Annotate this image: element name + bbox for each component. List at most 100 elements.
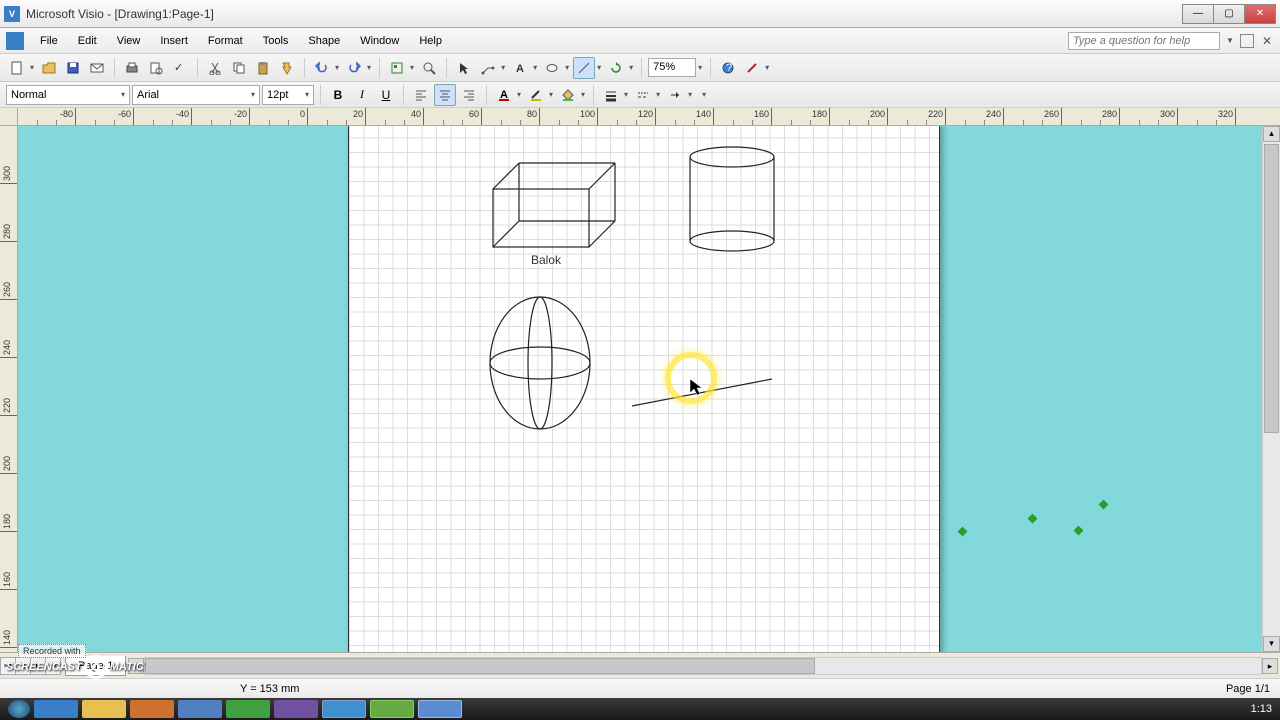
selection-handle-start[interactable] — [958, 527, 968, 537]
help-button[interactable]: ? — [717, 57, 739, 79]
cut-button[interactable] — [204, 57, 226, 79]
redo-button[interactable] — [343, 57, 365, 79]
line-color-dropdown[interactable]: ▾ — [547, 90, 555, 99]
toolbar-options[interactable]: ▾ — [763, 63, 771, 72]
rotate-button[interactable] — [605, 57, 627, 79]
paste-button[interactable] — [252, 57, 274, 79]
scroll-up-button[interactable]: ▴ — [1263, 126, 1280, 142]
text-dropdown[interactable]: ▾ — [531, 63, 539, 72]
menu-file[interactable]: File — [30, 31, 68, 51]
scroll-right-button[interactable]: ▸ — [1262, 658, 1278, 674]
line-tool-button[interactable] — [573, 57, 595, 79]
align-center-button[interactable] — [434, 84, 456, 106]
scroll-down-button[interactable]: ▾ — [1263, 636, 1280, 652]
font-color-button[interactable]: A — [493, 84, 515, 106]
line-ends-dropdown[interactable]: ▾ — [686, 90, 694, 99]
menu-view[interactable]: View — [107, 31, 151, 51]
formatting-options[interactable]: ▾ — [700, 90, 708, 99]
line-color-button[interactable] — [525, 84, 547, 106]
shapes-window-button[interactable] — [386, 57, 408, 79]
print-preview-button[interactable] — [145, 57, 167, 79]
taskbar-item[interactable] — [34, 700, 78, 718]
spelling-button[interactable]: ✓ — [169, 57, 191, 79]
shape-box[interactable] — [489, 159, 619, 255]
pointer-tool-button[interactable] — [453, 57, 475, 79]
new-dropdown[interactable]: ▾ — [28, 63, 36, 72]
redo-dropdown[interactable]: ▾ — [365, 63, 373, 72]
taskbar-item[interactable] — [226, 700, 270, 718]
ink-button[interactable] — [741, 57, 763, 79]
taskbar-item[interactable] — [274, 700, 318, 718]
drawing-page[interactable]: Balok — [348, 126, 940, 652]
italic-button[interactable]: I — [351, 84, 373, 106]
align-left-button[interactable] — [410, 84, 432, 106]
help-search-input[interactable] — [1068, 32, 1220, 50]
research-button[interactable] — [418, 57, 440, 79]
minimize-button[interactable]: — — [1182, 4, 1214, 24]
taskbar-item[interactable] — [82, 700, 126, 718]
restore-child-button[interactable] — [1240, 34, 1254, 48]
menu-tools[interactable]: Tools — [253, 31, 299, 51]
menu-edit[interactable]: Edit — [68, 31, 107, 51]
print-button[interactable] — [121, 57, 143, 79]
format-painter-button[interactable] — [276, 57, 298, 79]
scroll-thumb[interactable] — [1264, 144, 1279, 433]
ellipse-tool-button[interactable] — [541, 57, 563, 79]
help-search-dropdown[interactable]: ▼ — [1224, 36, 1236, 45]
canvas-area[interactable]: Balok — [18, 126, 1280, 652]
taskbar[interactable]: 1:13 — [0, 698, 1280, 720]
selection-handle-rot[interactable] — [1074, 526, 1084, 536]
menu-help[interactable]: Help — [409, 31, 452, 51]
menu-insert[interactable]: Insert — [150, 31, 198, 51]
vertical-ruler[interactable]: 300280260240220200180160140120 — [0, 126, 18, 652]
close-child-button[interactable]: ✕ — [1258, 34, 1276, 48]
taskbar-item[interactable] — [178, 700, 222, 718]
line-weight-button[interactable] — [600, 84, 622, 106]
selection-handle-mid[interactable] — [1028, 514, 1038, 524]
font-size-select[interactable]: 12pt▾ — [262, 85, 314, 105]
line-weight-dropdown[interactable]: ▾ — [622, 90, 630, 99]
style-select[interactable]: Normal▾ — [6, 85, 130, 105]
undo-dropdown[interactable]: ▾ — [333, 63, 341, 72]
bold-button[interactable]: B — [327, 84, 349, 106]
connector-tool-button[interactable] — [477, 57, 499, 79]
horizontal-ruler[interactable]: -80-60-40-200204060801001201401601802002… — [18, 108, 1280, 126]
taskbar-item-active[interactable] — [418, 700, 462, 718]
line-ends-button[interactable] — [664, 84, 686, 106]
underline-button[interactable]: U — [375, 84, 397, 106]
copy-button[interactable] — [228, 57, 250, 79]
taskbar-item[interactable] — [370, 700, 414, 718]
text-tool-button[interactable]: A — [509, 57, 531, 79]
horizontal-scrollbar[interactable]: ◂ ▸ — [144, 657, 1262, 675]
undo-button[interactable] — [311, 57, 333, 79]
save-button[interactable] — [62, 57, 84, 79]
shape-cylinder[interactable] — [687, 145, 777, 255]
fill-color-dropdown[interactable]: ▾ — [579, 90, 587, 99]
app-menu-icon[interactable] — [6, 32, 24, 50]
close-button[interactable]: ✕ — [1244, 4, 1276, 24]
align-right-button[interactable] — [458, 84, 480, 106]
taskbar-item[interactable] — [130, 700, 174, 718]
scroll-thumb[interactable] — [145, 658, 814, 674]
font-select[interactable]: Arial▾ — [132, 85, 260, 105]
open-button[interactable] — [38, 57, 60, 79]
selection-handle-end[interactable] — [1099, 500, 1109, 510]
fill-color-button[interactable] — [557, 84, 579, 106]
menu-shape[interactable]: Shape — [298, 31, 350, 51]
rotate-dropdown[interactable]: ▾ — [627, 63, 635, 72]
menu-format[interactable]: Format — [198, 31, 253, 51]
new-button[interactable] — [6, 57, 28, 79]
taskbar-clock[interactable]: 1:13 — [1251, 703, 1272, 715]
line-dropdown[interactable]: ▾ — [595, 63, 603, 72]
line-pattern-button[interactable] — [632, 84, 654, 106]
vertical-scrollbar[interactable]: ▴ ▾ — [1262, 126, 1280, 652]
maximize-button[interactable]: ▢ — [1213, 4, 1245, 24]
font-color-dropdown[interactable]: ▾ — [515, 90, 523, 99]
ellipse-dropdown[interactable]: ▾ — [563, 63, 571, 72]
menu-window[interactable]: Window — [350, 31, 409, 51]
connector-dropdown[interactable]: ▾ — [499, 63, 507, 72]
zoom-input[interactable]: 75% — [648, 58, 696, 77]
email-button[interactable] — [86, 57, 108, 79]
taskbar-start[interactable] — [8, 700, 30, 718]
zoom-dropdown[interactable]: ▾ — [696, 63, 704, 72]
